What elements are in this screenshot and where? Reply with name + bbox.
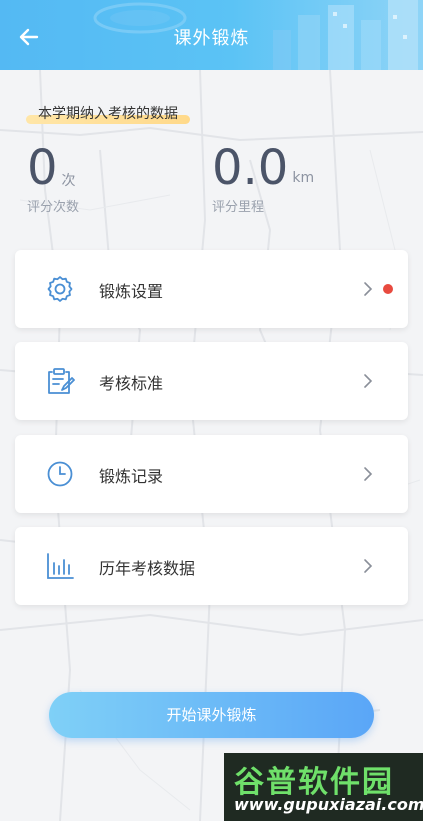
bar-chart-icon (47, 553, 74, 579)
start-exercise-button[interactable]: 开始课外锻炼 (49, 692, 374, 738)
score-count-label: 评分次数 (27, 200, 80, 215)
menu-item-exercise-settings[interactable]: 锻炼设置 (15, 250, 408, 328)
chevron-right-icon (364, 374, 373, 388)
app-header: 课外锻炼 (0, 0, 423, 70)
notification-badge (383, 284, 393, 294)
page-title: 课外锻炼 (173, 28, 250, 49)
clock-icon (47, 461, 73, 487)
watermark: 谷普软件园 www.gupuxiazai.com (224, 753, 423, 821)
score-distance-stat: 0.0 km 评分里程 (212, 140, 314, 215)
score-distance-unit: km (292, 170, 315, 186)
score-distance-value: 0.0 (212, 140, 289, 196)
menu-item-label: 锻炼记录 (99, 467, 164, 486)
chevron-right-icon (364, 282, 373, 296)
menu-item-assessment-standards[interactable]: 考核标准 (15, 342, 408, 420)
score-distance-label: 评分里程 (212, 200, 265, 215)
watermark-url: www.gupuxiazai.com (234, 795, 423, 814)
menu-item-label: 锻炼设置 (99, 282, 164, 301)
score-count-unit: 次 (61, 173, 76, 189)
menu-item-label: 历年考核数据 (99, 559, 196, 578)
chevron-right-icon (364, 559, 373, 573)
gear-icon (47, 276, 73, 302)
semester-data-label: 本学期纳入考核的数据 (38, 106, 178, 122)
chevron-right-icon (364, 467, 373, 481)
score-count-stat: 0次 评分次数 (27, 140, 79, 215)
semester-data-tag: 本学期纳入考核的数据 (26, 101, 190, 127)
menu-item-label: 考核标准 (99, 374, 164, 393)
score-count-value: 0 (27, 140, 58, 196)
menu-item-historical-data[interactable]: 历年考核数据 (15, 527, 408, 605)
clipboard-edit-icon (48, 368, 75, 394)
menu-item-exercise-records[interactable]: 锻炼记录 (15, 435, 408, 513)
